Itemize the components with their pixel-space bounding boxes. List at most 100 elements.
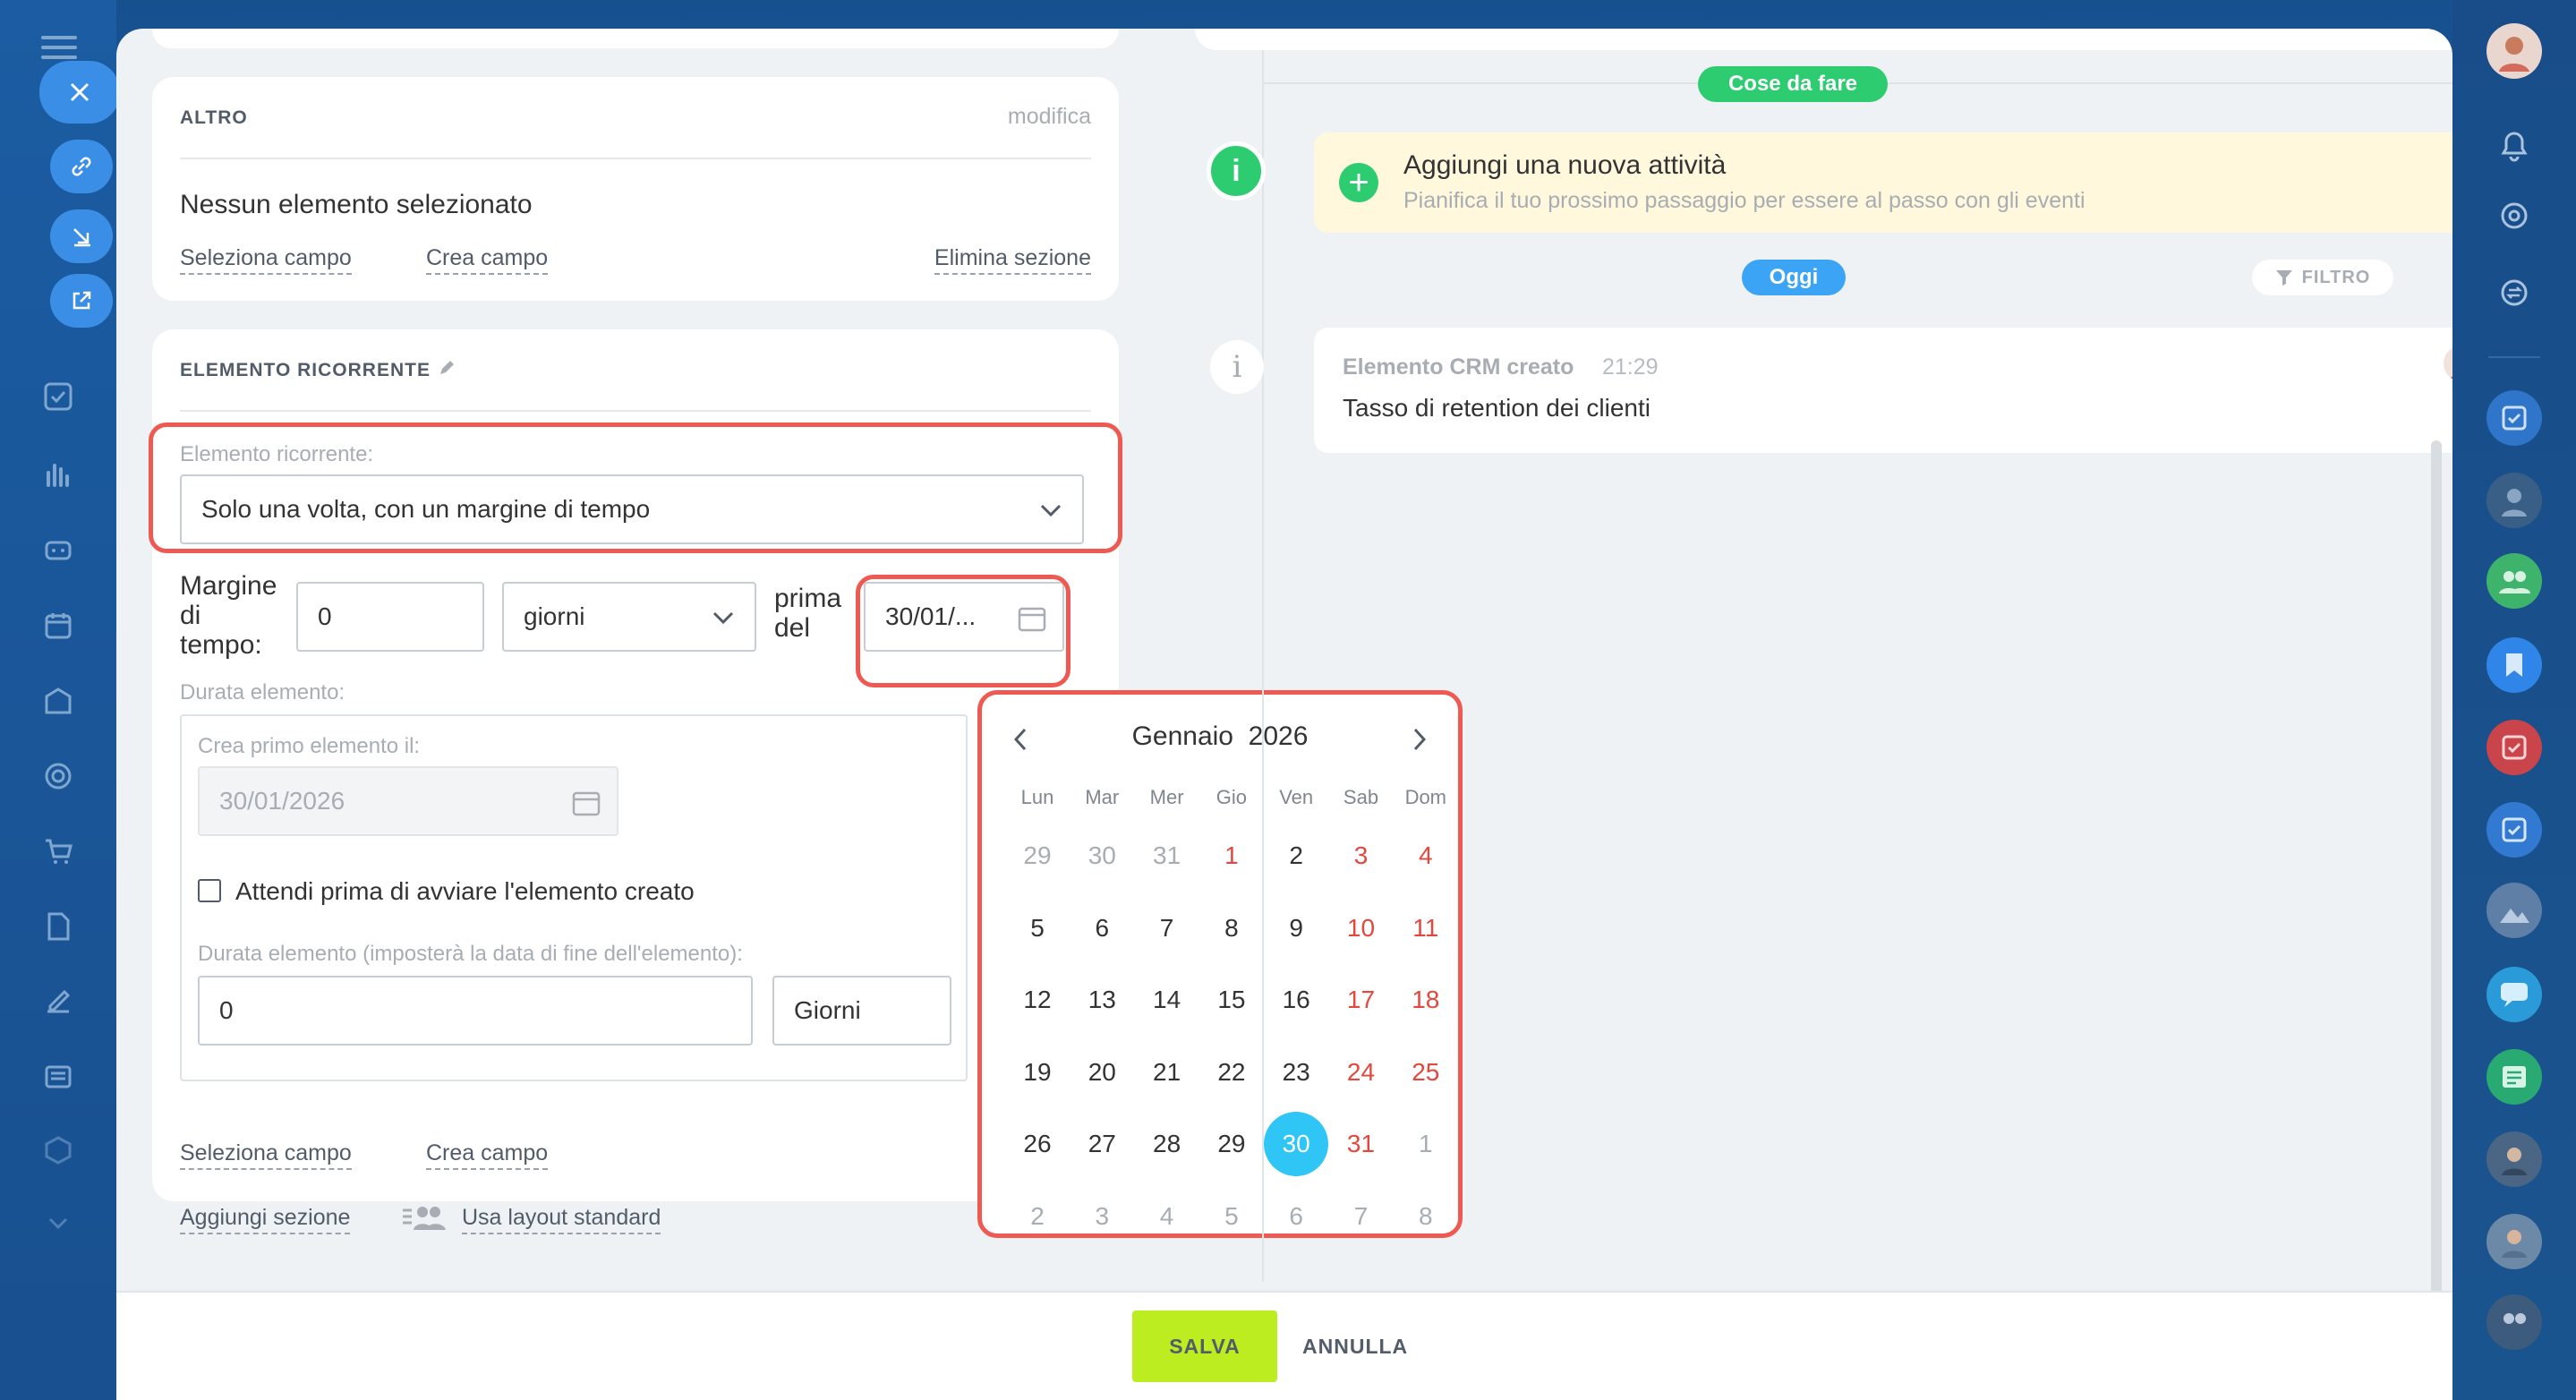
calendar-day[interactable]: 24 xyxy=(1329,1040,1394,1105)
tasks-icon[interactable] xyxy=(38,376,79,417)
landscape-avatar[interactable] xyxy=(2486,883,2542,938)
task-red-avatar[interactable] xyxy=(2486,720,2542,775)
group-avatar[interactable] xyxy=(2486,553,2542,609)
bookmark-avatar[interactable] xyxy=(2486,637,2542,693)
woman-avatar[interactable] xyxy=(2486,1214,2542,1269)
calendar-day[interactable]: 13 xyxy=(1070,968,1134,1032)
contact-avatar[interactable] xyxy=(2486,473,2542,528)
calendar-icon[interactable] xyxy=(38,605,79,646)
calendar-day[interactable]: 10 xyxy=(1329,896,1394,960)
first-element-date[interactable]: 30/01/2026 xyxy=(198,766,618,836)
chevron-right-icon[interactable] xyxy=(1412,727,1428,752)
calendar-day[interactable]: 5 xyxy=(1199,1184,1264,1249)
calendar-day[interactable]: 2 xyxy=(1264,824,1328,888)
news-icon[interactable] xyxy=(38,1056,79,1097)
copy-link-button[interactable] xyxy=(50,140,113,193)
calendar-day[interactable]: 18 xyxy=(1394,968,1458,1032)
calendar-day[interactable]: 5 xyxy=(1005,896,1070,960)
calendar-day[interactable]: 31 xyxy=(1135,824,1199,888)
store-icon[interactable] xyxy=(38,680,79,721)
calendar-day[interactable]: 31 xyxy=(1329,1112,1394,1176)
calendar-day[interactable]: 4 xyxy=(1135,1184,1199,1249)
plus-icon[interactable]: + xyxy=(1339,163,1378,202)
calendar-day[interactable]: 6 xyxy=(1070,896,1134,960)
duration-input[interactable]: 0 xyxy=(198,976,753,1046)
calendar-day[interactable]: 9 xyxy=(1264,896,1328,960)
filter-button[interactable]: FILTRO xyxy=(2252,260,2393,295)
calendar-day[interactable]: 22 xyxy=(1199,1040,1264,1105)
signature-icon[interactable] xyxy=(38,981,79,1022)
delete-section-link[interactable]: Elimina sezione xyxy=(934,245,1091,275)
calendar-day-selected[interactable]: 30 xyxy=(1264,1112,1329,1176)
calendar-day[interactable]: 7 xyxy=(1329,1184,1394,1249)
calendar-day[interactable]: 17 xyxy=(1329,968,1394,1032)
edit-link[interactable]: modifica xyxy=(1008,104,1091,130)
user-avatar[interactable] xyxy=(2486,23,2542,79)
analytics-icon[interactable] xyxy=(38,453,79,494)
calendar-day[interactable]: 4 xyxy=(1394,824,1458,888)
calendar-day[interactable]: 29 xyxy=(1199,1112,1264,1176)
calendar-day[interactable]: 1 xyxy=(1394,1112,1458,1176)
calendar-day[interactable]: 19 xyxy=(1005,1040,1070,1105)
sync-chat-icon[interactable] xyxy=(2486,265,2542,320)
create-field-link[interactable]: Crea campo xyxy=(426,245,549,275)
wait-checkbox[interactable] xyxy=(198,879,221,902)
document-icon[interactable] xyxy=(38,906,79,947)
select-field-link[interactable]: Seleziona campo xyxy=(180,245,352,275)
notifications-icon[interactable] xyxy=(2486,118,2542,174)
duration-unit-select[interactable]: Giorni xyxy=(772,976,951,1046)
pencil-icon[interactable] xyxy=(437,358,456,378)
standard-layout-link[interactable]: Usa layout standard xyxy=(462,1205,661,1234)
calendar-day[interactable]: 15 xyxy=(1199,968,1264,1032)
task-blue-avatar[interactable] xyxy=(2486,802,2542,858)
create-field-link[interactable]: Crea campo xyxy=(426,1140,549,1170)
calendar-day[interactable]: 12 xyxy=(1005,968,1070,1032)
menu-icon[interactable] xyxy=(41,36,77,59)
add-section-link[interactable]: Aggiungi sezione xyxy=(180,1205,351,1234)
robot-icon[interactable] xyxy=(38,528,79,569)
weekday-lun: Lun xyxy=(1020,786,1054,808)
news-avatar[interactable] xyxy=(2486,1049,2542,1105)
calendar-day[interactable]: 3 xyxy=(1070,1184,1134,1249)
open-new-window-button[interactable] xyxy=(50,274,113,328)
calendar-day[interactable]: 26 xyxy=(1005,1112,1070,1176)
calendar-day[interactable]: 1 xyxy=(1199,824,1264,888)
calendar-day[interactable]: 11 xyxy=(1394,896,1458,960)
calendar-day[interactable]: 29 xyxy=(1005,824,1070,888)
calendar-day[interactable]: 21 xyxy=(1135,1040,1199,1105)
minimize-button[interactable] xyxy=(50,209,113,263)
chat-avatar[interactable] xyxy=(2486,967,2542,1022)
save-button[interactable]: SALVA xyxy=(1132,1310,1277,1382)
team-avatar[interactable] xyxy=(2486,1294,2542,1350)
cart-icon[interactable] xyxy=(38,831,79,872)
calendar-day[interactable]: 27 xyxy=(1070,1112,1134,1176)
calendar-day[interactable]: 7 xyxy=(1135,896,1199,960)
at-sign-icon[interactable] xyxy=(2486,188,2542,243)
close-slider-button[interactable] xyxy=(39,61,120,124)
calendar-day[interactable]: 14 xyxy=(1135,968,1199,1032)
calendar-day[interactable]: 8 xyxy=(1394,1184,1458,1249)
author-avatar[interactable] xyxy=(2444,346,2452,381)
select-field-link[interactable]: Seleziona campo xyxy=(180,1140,352,1170)
add-activity-card[interactable]: + Aggiungi una nuova attività Pianifica … xyxy=(1314,132,2452,233)
box-icon[interactable] xyxy=(38,1130,79,1171)
calendar-day[interactable]: 8 xyxy=(1199,896,1264,960)
cancel-button[interactable]: ANNULLA xyxy=(1302,1310,1408,1382)
calendar-day[interactable]: 30 xyxy=(1070,824,1134,888)
calendar-day[interactable]: 16 xyxy=(1264,968,1328,1032)
chevron-down-icon[interactable] xyxy=(38,1203,79,1244)
calendar-day[interactable]: 6 xyxy=(1264,1184,1328,1249)
task-chat-avatar[interactable] xyxy=(2486,390,2542,446)
calendar-day[interactable]: 3 xyxy=(1329,824,1394,888)
calendar-day[interactable]: 28 xyxy=(1135,1112,1199,1176)
calendar-day[interactable]: 2 xyxy=(1005,1184,1070,1249)
person-avatar[interactable] xyxy=(2486,1131,2542,1187)
scrollbar[interactable] xyxy=(2431,440,2442,1400)
calendar-day[interactable]: 23 xyxy=(1264,1040,1328,1105)
margin-unit-select[interactable]: giorni xyxy=(502,582,756,652)
calendar-month-year[interactable]: Gennaio 2026 xyxy=(982,721,1458,752)
calendar-day[interactable]: 25 xyxy=(1394,1040,1458,1105)
calendar-day[interactable]: 20 xyxy=(1070,1040,1134,1105)
target-icon[interactable] xyxy=(38,755,79,797)
margin-input[interactable]: 0 xyxy=(296,582,484,652)
